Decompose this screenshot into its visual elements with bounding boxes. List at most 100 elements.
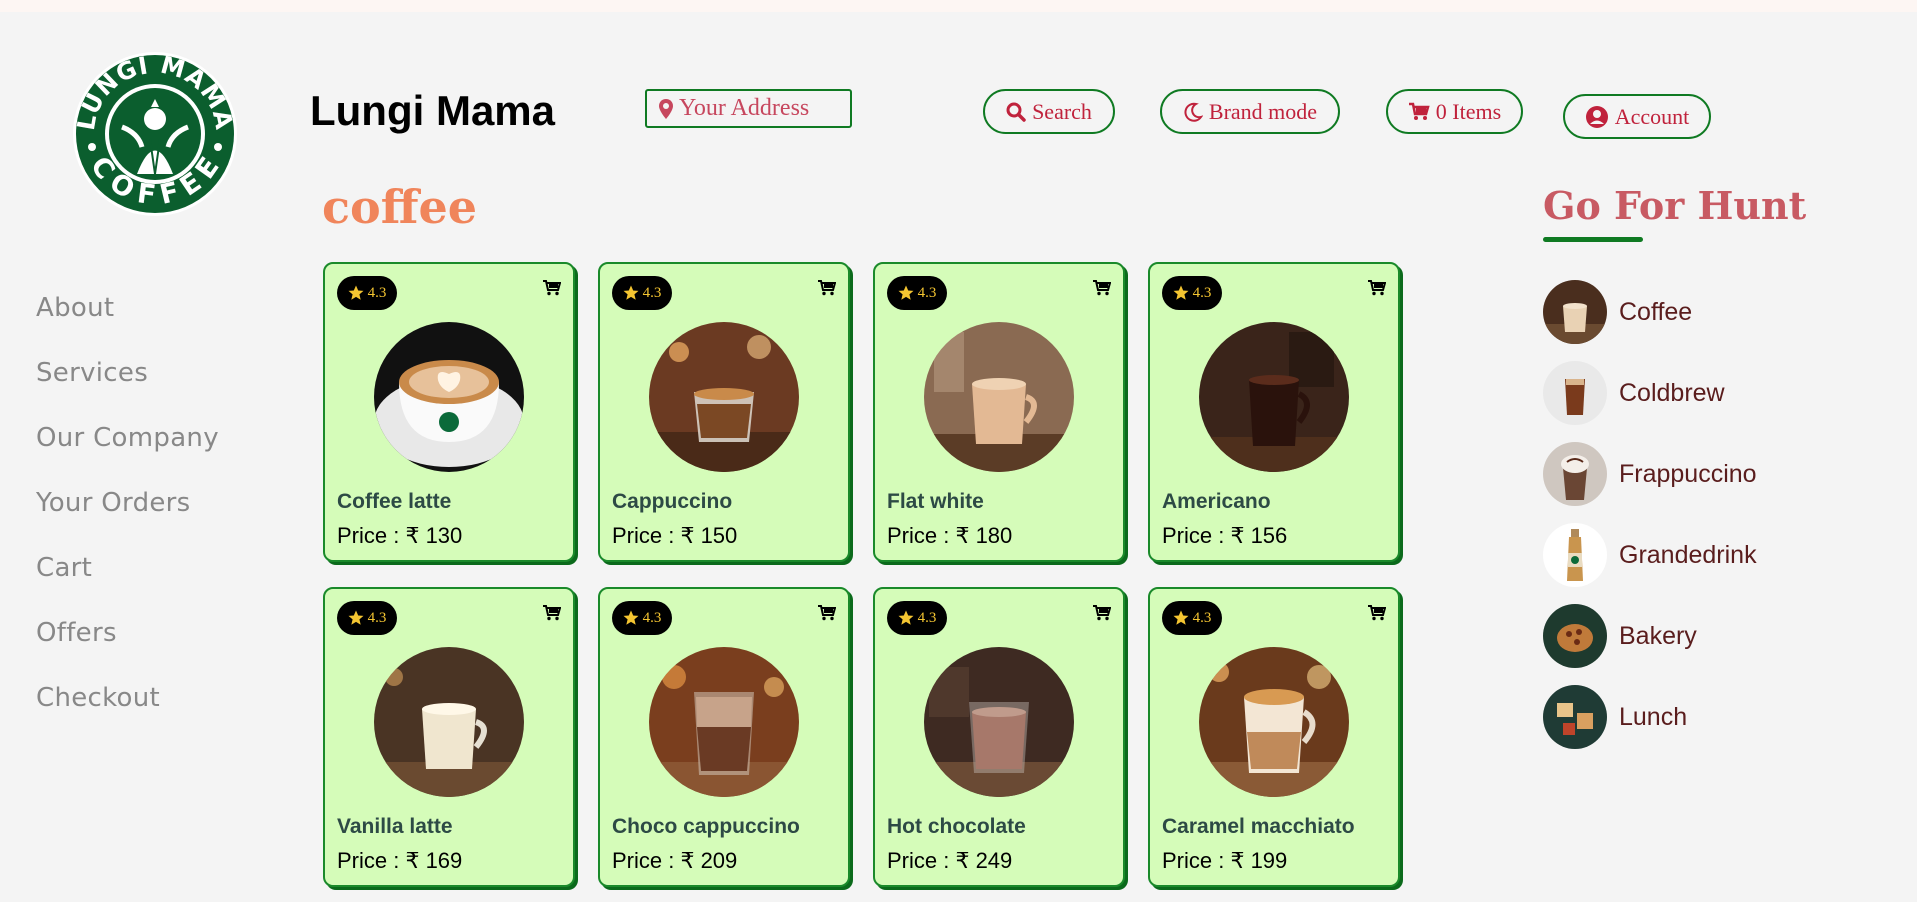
product-name: Americano — [1162, 490, 1271, 513]
category-item-coldbrew[interactable]: Coldbrew — [1543, 361, 1803, 425]
cart-icon — [1408, 102, 1430, 120]
category-image-grandedrink — [1543, 523, 1607, 587]
rating-badge: 4.3 — [1162, 601, 1222, 635]
rating-value: 4.3 — [917, 284, 937, 301]
add-to-cart-icon[interactable] — [543, 605, 561, 621]
product-name: Choco cappuccino — [612, 815, 800, 838]
star-icon — [348, 610, 364, 625]
hunt-title: Go For Hunt — [1543, 183, 1807, 228]
product-card-cappuccino[interactable]: 4.3 Cappuccino Price : ₹ 150 — [598, 262, 850, 562]
rating-value: 4.3 — [917, 609, 937, 626]
add-to-cart-icon[interactable] — [818, 605, 836, 621]
sidebar-item-cart[interactable]: Cart — [36, 553, 219, 618]
rating-badge: 4.3 — [612, 276, 672, 310]
category-item-lunch[interactable]: Lunch — [1543, 685, 1803, 749]
add-to-cart-icon[interactable] — [818, 280, 836, 296]
add-to-cart-icon[interactable] — [543, 280, 561, 296]
search-icon — [1006, 102, 1026, 122]
product-card-vanilla-latte[interactable]: 4.3 Vanilla latte Price : ₹ 169 — [323, 587, 575, 887]
product-card-hot-chocolate[interactable]: 4.3 Hot chocolate Price : ₹ 249 — [873, 587, 1125, 887]
product-card-coffee-latte[interactable]: 4.3 Coffee latte Price : ₹ 130 — [323, 262, 575, 562]
category-item-coffee[interactable]: Coffee — [1543, 280, 1803, 344]
address-placeholder: Your Address — [679, 95, 810, 121]
product-card-choco-cappuccino[interactable]: 4.3 Choco cappuccino Price : ₹ 209 — [598, 587, 850, 887]
rating-value: 4.3 — [367, 284, 387, 301]
section-title: coffee — [322, 180, 477, 234]
category-label: Coldbrew — [1619, 378, 1725, 407]
category-image-coffee — [1543, 280, 1607, 344]
product-image-hot-chocolate — [924, 647, 1074, 797]
product-price: Price : ₹ 199 — [1162, 848, 1288, 873]
add-to-cart-icon[interactable] — [1368, 280, 1386, 296]
rating-badge: 4.3 — [337, 601, 397, 635]
star-icon — [1173, 610, 1189, 625]
rating-value: 4.3 — [642, 284, 662, 301]
sidebar-item-your-orders[interactable]: Your Orders — [36, 488, 219, 553]
star-icon — [623, 285, 639, 300]
product-image-choco-cappuccino — [649, 647, 799, 797]
star-icon — [1173, 285, 1189, 300]
product-name: Vanilla latte — [337, 815, 453, 838]
map-marker-icon — [659, 98, 673, 119]
address-field[interactable]: Your Address — [645, 89, 852, 128]
product-image-americano — [1199, 322, 1349, 472]
sidebar-item-about[interactable]: About — [36, 293, 219, 358]
product-card-caramel-macchiato[interactable]: 4.3 Caramel macchiato Price : ₹ 199 — [1148, 587, 1400, 887]
category-image-lunch — [1543, 685, 1607, 749]
brand-logo[interactable]: LUNGI MAMA COFFEE — [72, 49, 238, 219]
category-item-bakery[interactable]: Bakery — [1543, 604, 1803, 668]
product-image-flat-white — [924, 322, 1074, 472]
sidebar-item-our-company[interactable]: Our Company — [36, 423, 219, 488]
cart-button[interactable]: 0 Items — [1386, 89, 1523, 134]
brand-mode-button[interactable]: Brand mode — [1160, 89, 1340, 134]
add-to-cart-icon[interactable] — [1093, 605, 1111, 621]
product-price: Price : ₹ 209 — [612, 848, 738, 873]
rating-value: 4.3 — [1192, 609, 1212, 626]
product-name: Cappuccino — [612, 490, 733, 513]
cart-count-label: 0 Items — [1435, 98, 1502, 124]
category-label: Bakery — [1619, 621, 1697, 650]
product-name: Coffee latte — [337, 490, 452, 513]
sidebar-item-offers[interactable]: Offers — [36, 618, 219, 683]
category-image-bakery — [1543, 604, 1607, 668]
category-label: Coffee — [1619, 297, 1693, 326]
product-price: Price : ₹ 156 — [1162, 523, 1288, 548]
product-price: Price : ₹ 130 — [337, 523, 463, 548]
star-icon — [623, 610, 639, 625]
category-label: Frappuccino — [1619, 459, 1757, 488]
product-card-flat-white[interactable]: 4.3 Flat white Price : ₹ 180 — [873, 262, 1125, 562]
product-image-cappuccino — [649, 322, 799, 472]
add-to-cart-icon[interactable] — [1368, 605, 1386, 621]
product-image-vanilla-latte — [374, 647, 524, 797]
category-image-frappuccino — [1543, 442, 1607, 506]
product-image-caramel-macchiato — [1199, 647, 1349, 797]
user-circle-icon — [1585, 105, 1608, 128]
category-item-grandedrink[interactable]: Grandedrink — [1543, 523, 1803, 587]
product-card-americano[interactable]: 4.3 Americano Price : ₹ 156 — [1148, 262, 1400, 562]
account-button-label: Account — [1614, 103, 1690, 129]
category-image-coldbrew — [1543, 361, 1607, 425]
product-image-coffee-latte — [374, 322, 524, 472]
product-price: Price : ₹ 150 — [612, 523, 738, 548]
search-button[interactable]: Search — [983, 89, 1115, 134]
category-label: Grandedrink — [1619, 540, 1757, 569]
sidebar-item-services[interactable]: Services — [36, 358, 219, 423]
brand-name: Lungi Mama — [310, 87, 556, 134]
sidebar-item-checkout[interactable]: Checkout — [36, 683, 219, 748]
category-label: Lunch — [1619, 702, 1688, 731]
add-to-cart-icon[interactable] — [1093, 280, 1111, 296]
account-button[interactable]: Account — [1563, 94, 1711, 139]
rating-value: 4.3 — [1192, 284, 1212, 301]
brand-mode-label: Brand mode — [1208, 98, 1318, 124]
top-strip — [0, 0, 1917, 12]
rating-badge: 4.3 — [1162, 276, 1222, 310]
category-item-frappuccino[interactable]: Frappuccino — [1543, 442, 1803, 506]
rating-badge: 4.3 — [887, 601, 947, 635]
rating-badge: 4.3 — [337, 276, 397, 310]
product-grid: 4.3 Coffee latte Price : ₹ 130 4.3 Cappu… — [323, 262, 1403, 902]
product-name: Flat white — [887, 490, 984, 513]
star-icon — [348, 285, 364, 300]
search-button-label: Search — [1032, 98, 1092, 124]
star-icon — [898, 610, 914, 625]
product-price: Price : ₹ 249 — [887, 848, 1013, 873]
